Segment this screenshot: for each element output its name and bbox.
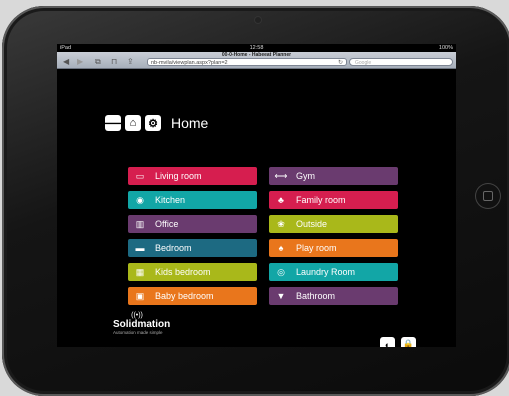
solidmation-logo: ((•)) Solidmation Automation made simple	[113, 312, 171, 335]
browser-toolbar: 00-0-Home - Habeeat Planner ◀ ▶ ⧉ ⊓ ⇪ nb…	[57, 52, 456, 69]
room-label: Family room	[296, 195, 346, 205]
logo-tagline: Automation made simple	[113, 330, 163, 335]
room-label: Play room	[296, 243, 337, 253]
game-icon: ♠	[278, 243, 284, 253]
tree-icon: ❀	[277, 218, 285, 229]
lock-icon[interactable]: 🔒	[401, 337, 416, 347]
room-label: Kitchen	[155, 195, 186, 205]
bookmarks-icon[interactable]: ⊓	[111, 57, 117, 66]
bed-icon: ▬	[135, 243, 145, 253]
ipad-home-button[interactable]	[475, 183, 501, 209]
dumbbell-icon: ⟷	[274, 170, 288, 181]
back-arrow-icon[interactable]: 🡐	[98, 115, 128, 131]
room-label: Outside	[296, 219, 328, 229]
room-button-play-room[interactable]: ♠ Play room	[269, 239, 398, 257]
room-label: Laundry Room	[296, 267, 356, 277]
room-label: Baby bedroom	[155, 291, 214, 301]
room-button-bathroom[interactable]: ▼ Bathroom	[269, 287, 398, 305]
page-title: Home	[171, 115, 209, 131]
room-button-baby-bedroom[interactable]: ▣ Baby bedroom	[128, 287, 257, 305]
room-button-kitchen[interactable]: ◉ Kitchen	[128, 191, 257, 209]
settings-icon[interactable]: ⚙	[145, 115, 161, 131]
search-input[interactable]: Google	[349, 58, 453, 66]
scene-icon[interactable]: ◐	[380, 337, 395, 347]
room-button-gym[interactable]: ⟷ Gym	[269, 167, 398, 185]
share-icon[interactable]: ⇪	[127, 57, 134, 66]
room-label: Kids bedroom	[155, 267, 211, 277]
room-label: Bathroom	[296, 291, 336, 301]
room-button-laundry-room[interactable]: ◎ Laundry Room	[269, 263, 398, 281]
room-button-family-room[interactable]: ♣ Family room	[269, 191, 398, 209]
tabs-icon[interactable]: ⧉	[95, 57, 101, 67]
sofa-icon: ▭	[135, 170, 145, 181]
back-icon[interactable]: ◀	[63, 57, 69, 66]
washer-icon: ◎	[277, 266, 285, 277]
family-icon: ♣	[278, 195, 284, 205]
room-label: Bedroom	[155, 243, 192, 253]
address-bar[interactable]: nb-mvila/viewplan.aspx?plan=2 ↻	[147, 58, 347, 66]
cot-icon: ▣	[135, 290, 145, 301]
room-label: Living room	[155, 171, 202, 181]
room-label: Office	[155, 219, 179, 229]
app-content: 🡐 ⌂ ⚙ Home ▭ Living room ◉ Kitchen ▥ Office ▬ B…	[57, 69, 456, 347]
address-text: nb-mvila/viewplan.aspx?plan=2	[151, 60, 228, 66]
bookshelf-icon: ▥	[135, 218, 145, 229]
room-button-living-room[interactable]: ▭ Living room	[128, 167, 257, 185]
stove-icon: ◉	[136, 194, 144, 205]
status-bar: iPad 12:58 100%	[57, 44, 456, 52]
top-nav: 🡐 ⌂ ⚙ Home	[98, 115, 209, 131]
reload-icon[interactable]: ↻	[338, 59, 343, 67]
forward-icon[interactable]: ▶	[77, 57, 83, 66]
camera	[255, 17, 261, 23]
room-button-office[interactable]: ▥ Office	[128, 215, 257, 233]
screen: iPad 12:58 100% 00-0-Home - Habeeat Plan…	[57, 44, 456, 347]
toilet-icon: ▼	[276, 291, 286, 301]
clock: 12:58	[249, 45, 264, 51]
room-button-kids-bedroom[interactable]: ▦ Kids bedroom	[128, 263, 257, 281]
battery-level: 100%	[438, 45, 453, 51]
crib-icon: ▦	[135, 266, 145, 277]
room-button-bedroom[interactable]: ▬ Bedroom	[128, 239, 257, 257]
home-icon[interactable]: ⌂	[125, 115, 141, 131]
room-label: Gym	[296, 171, 315, 181]
room-button-outside[interactable]: ❀ Outside	[269, 215, 398, 233]
logo-name: Solidmation	[113, 319, 171, 330]
